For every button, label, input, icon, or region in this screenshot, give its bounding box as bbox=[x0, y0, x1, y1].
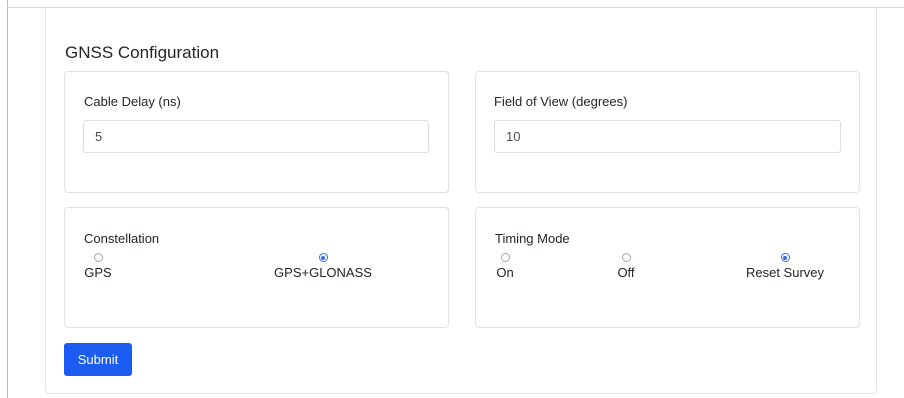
timing-mode-off-label: Off bbox=[617, 265, 635, 280]
page-title: GNSS Configuration bbox=[65, 43, 220, 62]
timing-mode-on-radio[interactable] bbox=[500, 253, 510, 262]
field-of-view-input[interactable] bbox=[494, 120, 841, 153]
timing-mode-on-label: On bbox=[496, 265, 514, 280]
constellation-option-gps[interactable]: GPS bbox=[83, 253, 113, 280]
gnss-config-card bbox=[45, 8, 877, 394]
constellation-label: Constellation bbox=[84, 231, 160, 246]
constellation-option-gps-glonass[interactable]: GPS+GLONASS bbox=[266, 253, 380, 280]
constellation-panel bbox=[64, 207, 449, 328]
cable-delay-label: Cable Delay (ns) bbox=[84, 94, 181, 109]
constellation-gps-glonass-label: GPS+GLONASS bbox=[274, 265, 372, 280]
timing-mode-label: Timing Mode bbox=[495, 231, 570, 246]
window-edge-left bbox=[7, 0, 8, 398]
constellation-gps-radio[interactable] bbox=[93, 253, 103, 262]
timing-mode-reset-survey-radio[interactable] bbox=[780, 253, 790, 262]
timing-mode-option-off[interactable]: Off bbox=[614, 253, 638, 280]
constellation-gps-label: GPS bbox=[84, 265, 112, 280]
timing-mode-option-on[interactable]: On bbox=[494, 253, 516, 280]
submit-button[interactable]: Submit bbox=[64, 343, 132, 376]
constellation-gps-glonass-radio[interactable] bbox=[318, 253, 328, 262]
cable-delay-input[interactable] bbox=[83, 120, 429, 153]
timing-mode-off-radio[interactable] bbox=[621, 253, 631, 262]
timing-mode-reset-survey-label: Reset Survey bbox=[745, 265, 825, 280]
field-of-view-label: Field of View (degrees) bbox=[494, 94, 628, 109]
timing-mode-option-reset-survey[interactable]: Reset Survey bbox=[738, 253, 832, 280]
